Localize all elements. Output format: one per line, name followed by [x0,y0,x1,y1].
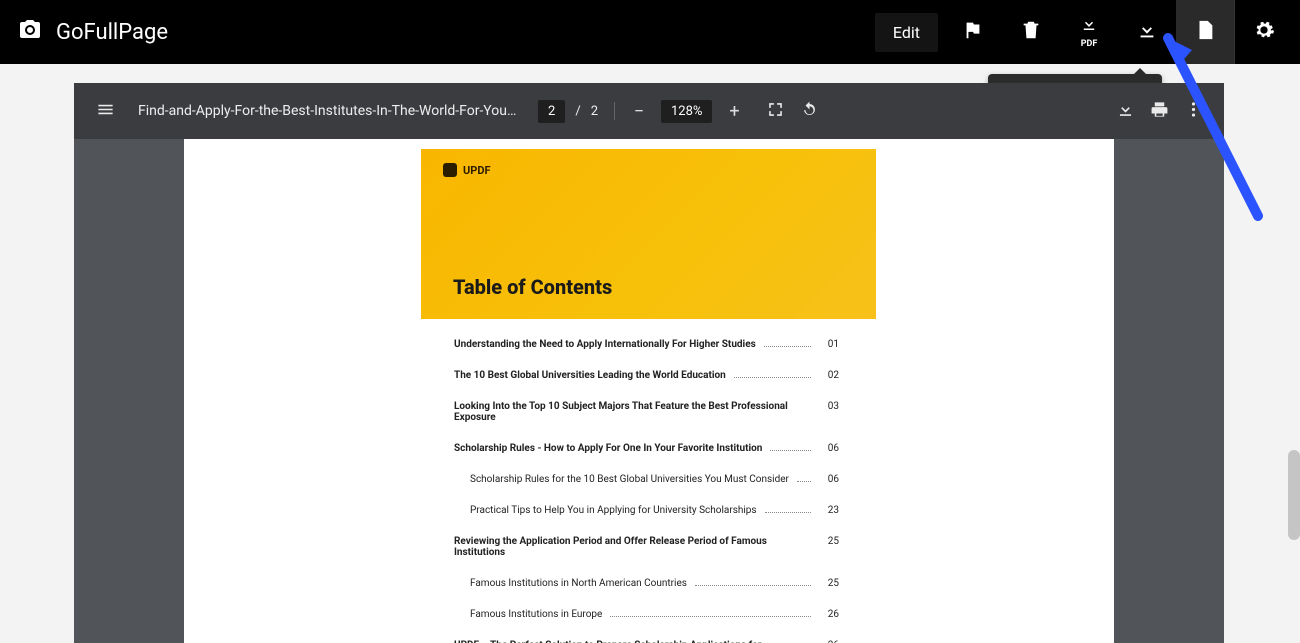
flag-icon [962,19,984,45]
toc-page: 23 [819,505,839,516]
page-current-input[interactable]: 2 [538,100,565,123]
pdf-label: PDF [1081,39,1098,49]
toc-page: 06 [819,443,839,454]
extension-title: GoFullPage [56,20,168,45]
delete-button[interactable] [1002,0,1060,64]
toc-entry: Understanding the Need to Apply Internat… [454,339,839,350]
toc-page: 01 [819,339,839,350]
toc-leader [764,346,811,347]
pdf-body[interactable]: UPDF Table of Contents Understanding the… [74,139,1224,643]
toc-leader [610,616,811,617]
brand-mark-icon [443,163,457,177]
zoom-out-button[interactable]: − [631,101,647,122]
toc-entry: Practical Tips to Help You in Applying f… [454,505,839,516]
download-png-button[interactable] [1118,0,1176,64]
print-icon [1150,100,1169,123]
brand-logo: UPDF [443,163,876,177]
hero-title: Table of Contents [453,275,612,299]
document-hero: UPDF Table of Contents [421,149,876,319]
page-indicator: 2 / 2 [538,100,598,123]
rotate-icon [800,100,819,123]
toc-leader [695,585,811,586]
document-name: Find-and-Apply-For-the-Best-Institutes-I… [138,103,518,119]
toc-label: Famous Institutions in Europe [470,609,602,620]
rotate-button[interactable] [792,94,826,128]
flag-button[interactable] [944,0,1002,64]
files-button[interactable] [1176,0,1234,64]
toc-page: 02 [819,370,839,381]
more-button[interactable] [1176,94,1210,128]
toc-leader [797,481,811,482]
download-icon [1080,15,1098,37]
extension-header: GoFullPage Edit PDF [0,0,1300,64]
toc-label: The 10 Best Global Universities Leading … [454,370,726,381]
toc-entry: Famous Institutions in Europe 26 [454,609,839,620]
menu-icon [96,100,115,123]
fit-page-button[interactable] [758,94,792,128]
edit-button[interactable]: Edit [875,13,938,52]
zoom-in-button[interactable]: + [726,101,742,122]
menu-button[interactable] [88,94,122,128]
toc-page: 03 [820,401,839,412]
toc-label: Famous Institutions in North American Co… [470,578,687,589]
toc-label: Scholarship Rules for the 10 Best Global… [470,474,789,485]
toc-label: Practical Tips to Help You in Applying f… [470,505,757,516]
toc-label: Reviewing the Application Period and Off… [454,536,804,558]
settings-button[interactable] [1234,0,1292,64]
toc-page: 06 [819,474,839,485]
print-button[interactable] [1142,94,1176,128]
toc-leader [770,450,811,451]
toc-leader [765,512,811,513]
toc-leader [734,377,811,378]
more-vert-icon [1184,100,1203,123]
zoom-value[interactable]: 128% [661,100,712,123]
pdf-page: UPDF Table of Contents Understanding the… [184,139,1114,643]
toc-label: Understanding the Need to Apply Internat… [454,339,756,350]
scrollbar-thumb[interactable] [1288,450,1300,540]
document-icon [1194,19,1216,45]
pdf-viewer: Find-and-Apply-For-the-Best-Institutes-I… [74,83,1224,643]
fit-page-icon [766,100,785,123]
toc-entry: Reviewing the Application Period and Off… [454,536,839,558]
gear-icon [1253,19,1275,45]
toc-page: 26 [819,609,839,620]
toc-entry: Scholarship Rules - How to Apply For One… [454,443,839,454]
toc-page: 25 [820,536,839,547]
toolbar-divider [614,102,615,120]
toc-entry: Looking Into the Top 10 Subject Majors T… [454,401,839,423]
toc-entry: Scholarship Rules for the 10 Best Global… [454,474,839,485]
pdf-toolbar: Find-and-Apply-For-the-Best-Institutes-I… [74,83,1224,139]
extension-logo: GoFullPage [18,18,168,46]
download-icon [1116,100,1135,123]
toc-label: Looking Into the Top 10 Subject Majors T… [454,401,804,423]
page-separator: / [575,104,580,119]
trash-icon [1020,19,1042,45]
table-of-contents: Understanding the Need to Apply Internat… [184,339,1114,643]
toc-page: 25 [819,578,839,589]
toc-label: Scholarship Rules - How to Apply For One… [454,443,762,454]
download-button[interactable] [1108,94,1142,128]
zoom-controls: − 128% + [631,100,742,123]
download-icon [1136,19,1158,45]
download-pdf-button[interactable]: PDF [1060,0,1118,64]
brand-name: UPDF [463,164,491,177]
toc-entry: The 10 Best Global Universities Leading … [454,370,839,381]
camera-icon [18,18,42,46]
page-total: 2 [591,104,598,119]
toc-entry: Famous Institutions in North American Co… [454,578,839,589]
